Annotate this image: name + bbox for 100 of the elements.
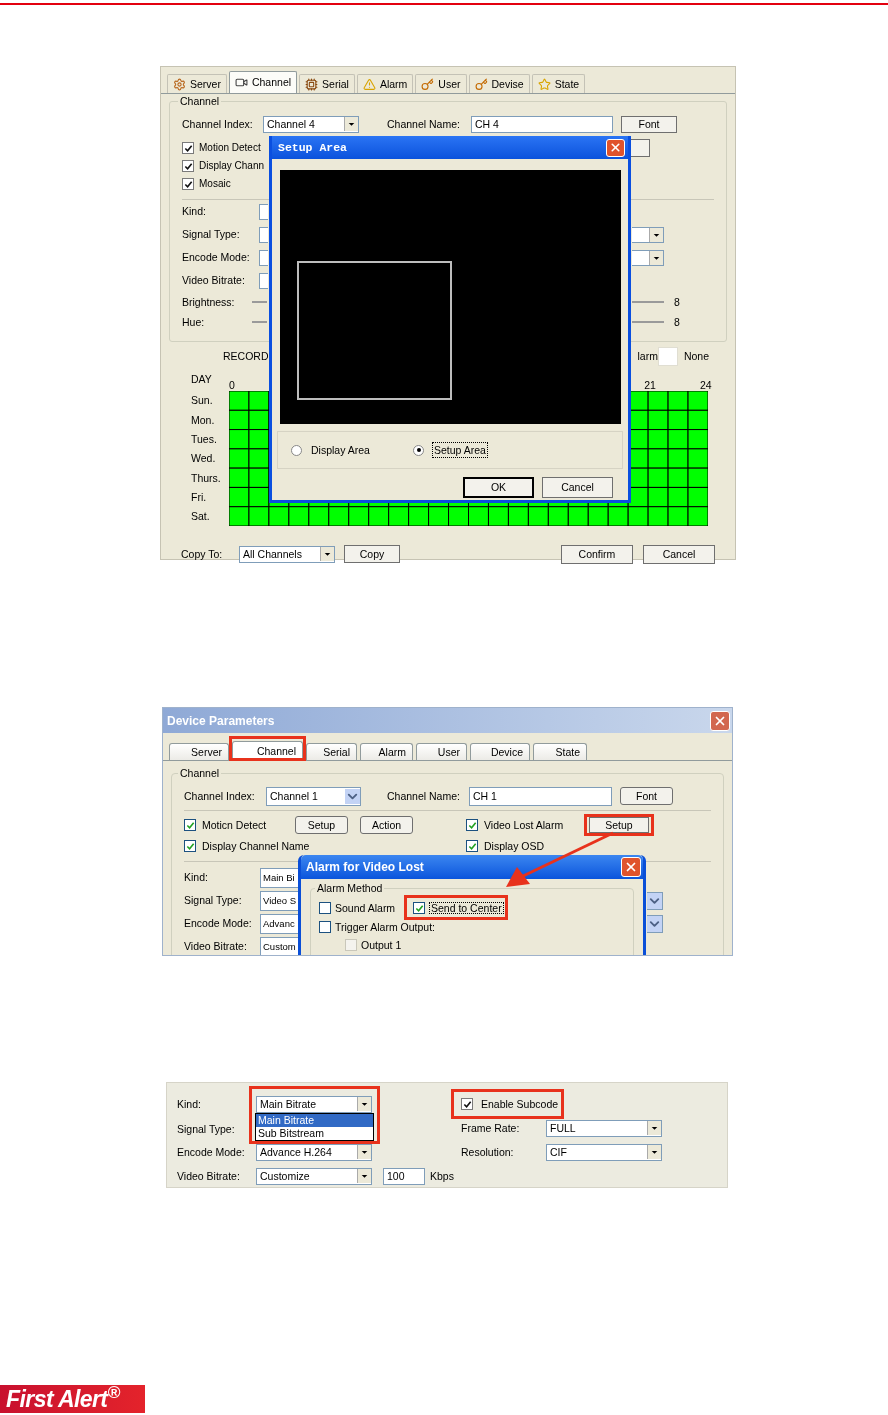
- checkbox[interactable]: [466, 819, 478, 831]
- caret-icon: [357, 1097, 371, 1111]
- checkbox[interactable]: [182, 142, 194, 154]
- caret-icon: [649, 227, 663, 242]
- star-icon: [537, 77, 551, 91]
- checkbox[interactable]: [461, 1098, 473, 1110]
- input-field[interactable]: [259, 249, 268, 266]
- select-field[interactable]: [647, 914, 663, 933]
- day-name: Sat.: [191, 511, 210, 522]
- caret-icon: [647, 1145, 661, 1159]
- frame-rate-select[interactable]: FULL: [546, 1119, 662, 1137]
- video-bitrate-select[interactable]: Customize: [256, 1167, 372, 1185]
- close-icon: [609, 141, 622, 154]
- checkbox-label: Video Lost Alarm: [484, 819, 565, 831]
- setup-button[interactable]: Setup: [589, 817, 649, 833]
- channel-index-select[interactable]: Channel 4: [263, 115, 359, 133]
- caret-icon: [345, 788, 360, 804]
- tab[interactable]: Channel: [228, 71, 298, 93]
- checkbox[interactable]: [184, 819, 196, 831]
- tab[interactable]: Serial: [306, 743, 357, 760]
- channel-name-field[interactable]: CH 4: [471, 115, 613, 133]
- day-label: DAY: [191, 373, 212, 385]
- dropdown-option[interactable]: Main Bitrate: [256, 1113, 373, 1127]
- font-button[interactable]: Font: [620, 787, 673, 805]
- checkbox[interactable]: [182, 178, 194, 190]
- group-label: Alarm Method: [315, 883, 385, 894]
- field-label: Channel Name:: [387, 118, 461, 130]
- checkbox[interactable]: [319, 921, 331, 933]
- checkbox-label: Send to Center: [429, 901, 504, 915]
- field-label: Brightness:: [182, 296, 236, 308]
- chip-icon: [305, 77, 319, 91]
- group-label: Channel: [178, 768, 222, 779]
- checkbox[interactable]: [413, 902, 425, 914]
- radio-label: Setup Area: [432, 441, 488, 459]
- tab[interactable]: State: [531, 74, 586, 93]
- input-field[interactable]: Advanc: [260, 913, 298, 934]
- field-label: Encode Mode:: [177, 1146, 246, 1158]
- caret-icon: [647, 1121, 661, 1135]
- tab[interactable]: User: [415, 74, 467, 93]
- close-button[interactable]: [621, 857, 641, 877]
- select-field[interactable]: [632, 249, 664, 266]
- input-field[interactable]: [259, 203, 268, 220]
- dropdown-option[interactable]: Sub Bitstream: [256, 1126, 373, 1140]
- select-field[interactable]: [647, 891, 663, 910]
- select-field[interactable]: [632, 226, 664, 243]
- channel-index-select[interactable]: Channel 1: [266, 786, 361, 806]
- field-label: Encode Mode:: [182, 252, 251, 263]
- checkbox-label: Moticn Detect: [202, 819, 268, 831]
- hour-label: 24: [700, 380, 712, 391]
- checkbox[interactable]: [466, 840, 478, 852]
- cancel-button[interactable]: Cancel: [643, 544, 715, 564]
- input-field[interactable]: Custom: [260, 936, 298, 955]
- setup-button[interactable]: Setup: [295, 816, 348, 834]
- schedule-title: RECORD: [223, 350, 269, 362]
- checkbox[interactable]: [184, 840, 196, 852]
- channel-name-field[interactable]: CH 1: [469, 786, 612, 806]
- cancel-button[interactable]: Cancel: [542, 477, 613, 498]
- copy-to-select[interactable]: All Channels: [239, 545, 335, 563]
- close-button[interactable]: [710, 710, 730, 731]
- font-button[interactable]: Font: [621, 115, 677, 133]
- camera-icon: [234, 76, 248, 89]
- checkbox-label: Display OSD: [484, 840, 545, 852]
- action-button[interactable]: Action: [360, 816, 413, 834]
- confirm-button[interactable]: Confirm: [561, 544, 633, 564]
- tab[interactable]: User: [416, 743, 467, 760]
- caret-icon: [647, 915, 662, 932]
- field-label: Signal Type:: [177, 1123, 235, 1135]
- tab[interactable]: Serial: [299, 74, 355, 93]
- copy-button[interactable]: Copy: [344, 545, 400, 563]
- field-label: Kind:: [184, 872, 209, 883]
- slider-value: 8: [674, 316, 680, 328]
- tab[interactable]: Server: [167, 74, 227, 93]
- caret-icon: [357, 1145, 371, 1159]
- input-field[interactable]: Video S: [260, 890, 298, 911]
- checkbox[interactable]: [319, 902, 331, 914]
- bitrate-field[interactable]: 100: [383, 1167, 425, 1185]
- tab[interactable]: Device: [470, 743, 530, 760]
- tab[interactable]: Server: [169, 743, 229, 760]
- input-field[interactable]: [259, 272, 268, 289]
- field-label: Signal Type:: [184, 895, 243, 906]
- tab[interactable]: Alarm: [360, 743, 413, 760]
- hour-label: 21: [644, 380, 656, 391]
- caret-icon: [647, 892, 662, 909]
- kind-select[interactable]: Main Bitrate: [256, 1095, 372, 1113]
- dialog-title: Alarm for Video Lost: [306, 859, 424, 876]
- tab[interactable]: State: [533, 743, 587, 760]
- tab[interactable]: Alarm: [356, 74, 414, 93]
- tab[interactable]: Devise: [468, 74, 530, 93]
- radio-button[interactable]: [291, 444, 302, 456]
- caret-icon: [344, 117, 358, 131]
- ok-button[interactable]: OK: [463, 477, 534, 498]
- day-name: Tues.: [191, 433, 217, 445]
- field-label: Kind:: [182, 206, 207, 217]
- resolution-select[interactable]: CIF: [546, 1143, 662, 1161]
- warning-icon: [362, 77, 376, 91]
- input-field[interactable]: [259, 226, 268, 243]
- input-field[interactable]: Main Bi: [260, 867, 298, 888]
- close-button[interactable]: [606, 138, 625, 157]
- checkbox[interactable]: [182, 160, 194, 172]
- radio-button[interactable]: [413, 444, 424, 456]
